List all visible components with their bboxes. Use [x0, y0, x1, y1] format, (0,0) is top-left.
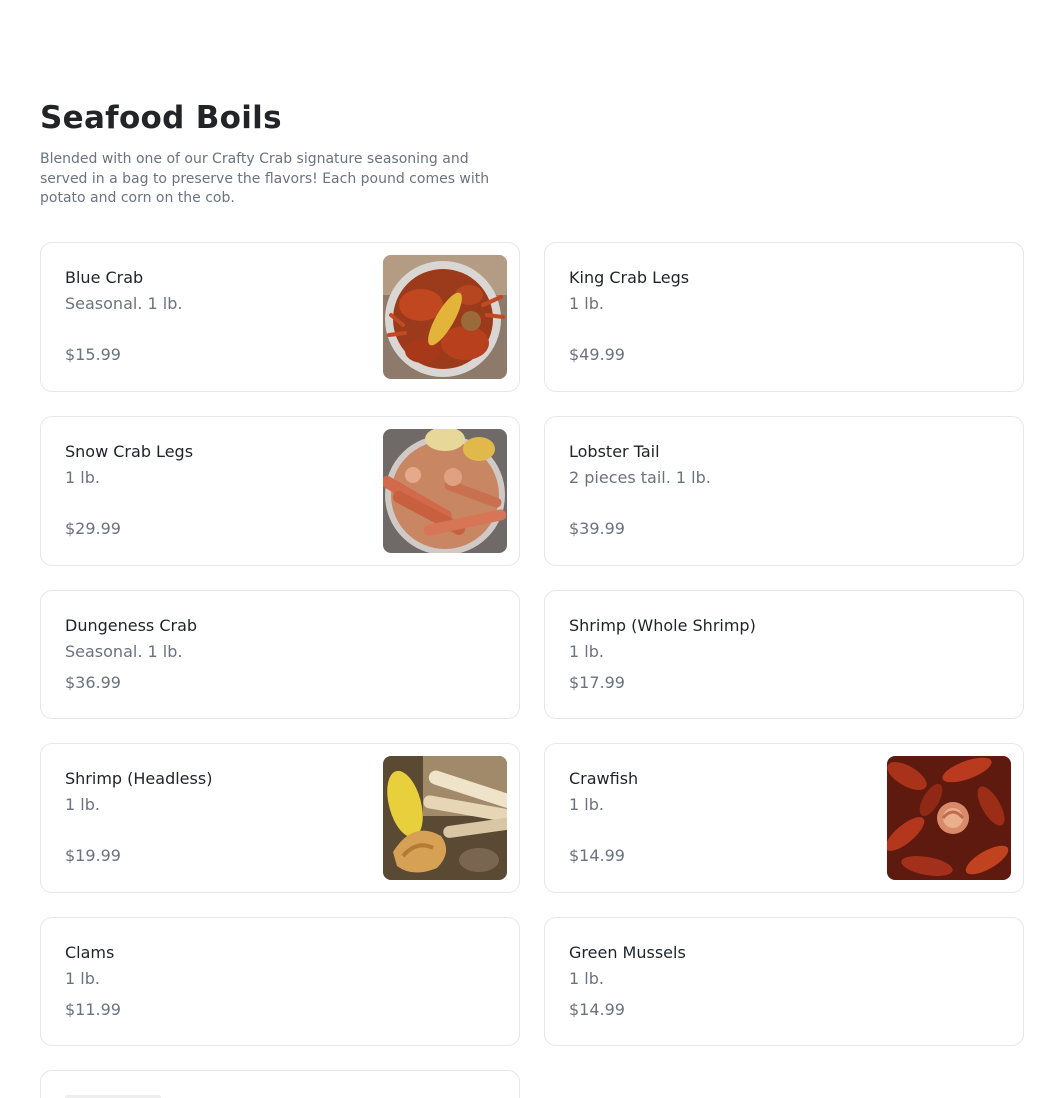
menu-item-card-dungeness-crab[interactable]: Dungeness Crab Seasonal. 1 lb. $36.99: [40, 590, 520, 719]
menu-item-name: Blue Crab: [65, 268, 144, 287]
menu-item-description: 1 lb.: [65, 468, 100, 487]
menu-item-description: 1 lb.: [569, 642, 604, 661]
menu-item-card-shrimp-whole[interactable]: Shrimp (Whole Shrimp) 1 lb. $17.99: [544, 590, 1024, 719]
crawfish-photo: [887, 756, 1011, 880]
menu-item-price: $14.99: [569, 1000, 625, 1019]
menu-item-name: Green Mussels: [569, 943, 686, 962]
snow-crab-legs-photo: [383, 429, 507, 553]
menu-item-price: $49.99: [569, 345, 625, 364]
menu-item-name: Lobster Tail: [569, 442, 660, 461]
menu-item-card-crawfish[interactable]: Crawfish 1 lb. $14.99: [544, 743, 1024, 893]
menu-item-description: 1 lb.: [569, 294, 604, 313]
blue-crab-photo: [383, 255, 507, 379]
menu-item-card-partial[interactable]: [40, 1070, 520, 1098]
menu-item-name: Snow Crab Legs: [65, 442, 194, 461]
section-description: Blended with one of our Crafty Crab sign…: [40, 151, 490, 206]
menu-item-card-king-crab-legs[interactable]: King Crab Legs 1 lb. $49.99: [544, 242, 1024, 392]
menu-item-card-green-mussels[interactable]: Green Mussels 1 lb. $14.99: [544, 917, 1024, 1046]
menu-item-description: 2 pieces tail. 1 lb.: [569, 468, 711, 487]
menu-item-description: Seasonal. 1 lb.: [65, 642, 183, 661]
shrimp-headless-photo: [383, 756, 507, 880]
menu-item-price: $19.99: [65, 846, 121, 865]
menu-item-price: $17.99: [569, 673, 625, 692]
section-title: Seafood Boils: [40, 100, 282, 136]
menu-item-description: 1 lb.: [569, 969, 604, 988]
menu-item-card-blue-crab[interactable]: Blue Crab Seasonal. 1 lb. $15.99: [40, 242, 520, 392]
menu-item-price: $29.99: [65, 519, 121, 538]
menu-item-price: $15.99: [65, 345, 121, 364]
menu-item-name: Shrimp (Headless): [65, 769, 213, 788]
menu-item-description: Seasonal. 1 lb.: [65, 294, 183, 313]
menu-item-card-clams[interactable]: Clams 1 lb. $11.99: [40, 917, 520, 1046]
menu-item-description: 1 lb.: [65, 795, 100, 814]
menu-item-name: Clams: [65, 943, 115, 962]
menu-item-description: 1 lb.: [569, 795, 604, 814]
menu-item-name: Crawfish: [569, 769, 639, 788]
menu-item-price: $36.99: [65, 673, 121, 692]
menu-item-card-shrimp-headless[interactable]: Shrimp (Headless) 1 lb. $19.99: [40, 743, 520, 893]
menu-item-description: 1 lb.: [65, 969, 100, 988]
menu-item-card-snow-crab-legs[interactable]: Snow Crab Legs 1 lb. $29.99: [40, 416, 520, 566]
menu-item-price: $11.99: [65, 1000, 121, 1019]
menu-item-card-lobster-tail[interactable]: Lobster Tail 2 pieces tail. 1 lb. $39.99: [544, 416, 1024, 566]
menu-item-name: Shrimp (Whole Shrimp): [569, 616, 756, 635]
menu-item-name: Dungeness Crab: [65, 616, 198, 635]
menu-item-price: $14.99: [569, 846, 625, 865]
menu-item-price: $39.99: [569, 519, 625, 538]
menu-item-name: King Crab Legs: [569, 268, 690, 287]
